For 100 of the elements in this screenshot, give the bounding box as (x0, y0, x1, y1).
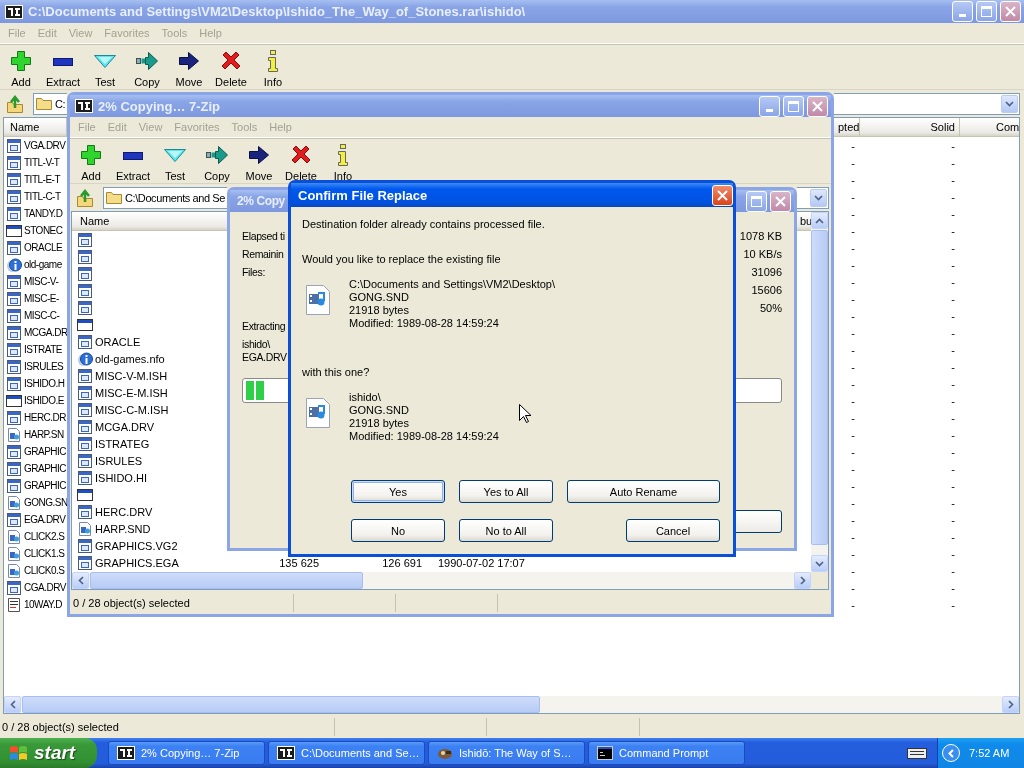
sound-file-icon (6, 562, 22, 579)
scroll-left-button[interactable] (4, 696, 21, 713)
keyboard-icon (907, 747, 927, 759)
dialog-button[interactable]: No (351, 519, 445, 542)
table-cell-text: - (850, 343, 856, 356)
table-cell-text: - (950, 360, 956, 373)
table-cell-text: - (950, 598, 956, 611)
file-name: ORACLE (24, 241, 63, 254)
scroll-down-button[interactable] (811, 555, 828, 572)
table-cell-text: - (850, 326, 856, 339)
toolbar-button[interactable]: Extract (112, 140, 154, 183)
table-cell-text: - (850, 275, 856, 288)
dropdown-button[interactable] (810, 188, 827, 207)
window-title: C:\Documents and Settings\VM2\Desktop\Ishido_The_Way_of_Stones.rar\ishido\ (27, 4, 526, 19)
file-name: 10WAY.D (24, 598, 62, 611)
app-logo-icon (277, 746, 295, 760)
dialog-button[interactable]: Yes to All (459, 480, 553, 503)
toolbar-button[interactable]: Add (70, 140, 112, 183)
sound-file-icon (6, 545, 22, 562)
scroll-thumb[interactable] (90, 572, 364, 589)
chevron-icon (815, 217, 824, 224)
minus-icon (123, 152, 143, 160)
file-name: GRAPHIC (24, 462, 67, 475)
question-text: Would you like to replace the existing file (302, 252, 501, 266)
scroll-right-button[interactable] (794, 572, 811, 589)
toolbar-button[interactable]: Move (238, 140, 280, 183)
file-icon (77, 452, 93, 469)
table-cell-text: - (950, 530, 956, 543)
taskbar-button[interactable]: Ishidō: The Way of S… (428, 741, 585, 765)
message-text: Destination folder already contains processed file. (302, 217, 545, 231)
toolbar-button[interactable]: Delete (280, 140, 322, 183)
toolbar-button[interactable]: Info (322, 140, 364, 183)
file-icon (77, 299, 93, 316)
file-name: GRAPHIC (24, 479, 67, 492)
toolbar-button[interactable]: Add (0, 46, 42, 89)
file-name: ISRULES (24, 360, 64, 373)
table-cell-text: - (850, 190, 856, 203)
file-detail: 21918 bytes (349, 417, 409, 430)
file-name: MISC-C- (24, 309, 60, 322)
table-cell-text: - (950, 258, 956, 271)
file-name: CLICK2.S (24, 530, 65, 543)
taskbar-button[interactable]: Command Prompt (588, 741, 745, 765)
taskbar-button[interactable]: 2% Copying… 7-Zip (108, 741, 265, 765)
status-label: Extracting (242, 319, 286, 333)
scroll-thumb[interactable] (22, 696, 540, 713)
minimize-icon (766, 108, 773, 112)
table-cell-text: - (950, 394, 956, 407)
sound-file-icon (305, 397, 331, 429)
status-text: 0 / 28 object(s) selected (2, 721, 119, 733)
column-header[interactable]: bu (799, 212, 811, 230)
file-name: HARP.SN (24, 428, 64, 441)
file-name: GONG.SN (24, 496, 68, 509)
scroll-right-button[interactable] (1002, 696, 1019, 713)
file-name: MISC-E-M.ISH (95, 386, 168, 399)
start-button[interactable]: start (0, 738, 97, 768)
column-header[interactable]: Com (960, 118, 1019, 136)
address-field[interactable]: C:\Documents and Se (103, 186, 227, 209)
table-cell-text: - (850, 292, 856, 305)
toolbar-button[interactable]: Info (252, 46, 294, 89)
table-cell-text: - (850, 598, 856, 611)
scroll-left-button[interactable] (72, 572, 89, 589)
file-detail: Modified: 1989-08-28 14:59:24 (349, 430, 499, 443)
dialog-button[interactable]: No to All (459, 519, 553, 542)
dialog-button[interactable]: Auto Rename (567, 480, 720, 503)
arrow-icon (205, 143, 229, 167)
field-value: 10 KB/s (743, 247, 782, 262)
toolbar-button[interactable]: Delete (210, 46, 252, 89)
table-cell-text: - (950, 581, 956, 594)
table-cell-text: - (950, 326, 956, 339)
file-icon (6, 579, 22, 596)
address-field[interactable]: C: (33, 92, 67, 115)
table-cell-text: - (850, 394, 856, 407)
file-icon (77, 554, 93, 571)
scroll-up-button[interactable] (811, 212, 828, 229)
dialog-button[interactable]: Cancel (626, 519, 720, 542)
file-icon (77, 265, 93, 282)
table-cell-text: - (950, 377, 956, 390)
table-cell-text: - (850, 207, 856, 220)
file-name: TITL-E-T (24, 173, 60, 186)
field-value: 31096 (751, 265, 782, 280)
taskbar-button[interactable]: C:\Documents and Se… (268, 741, 425, 765)
toolbar-button[interactable]: Copy (126, 46, 168, 89)
close-button[interactable] (712, 184, 733, 206)
column-header[interactable]: Solid (860, 118, 960, 136)
toolbar-button[interactable]: Test (84, 46, 126, 89)
dropdown-button[interactable] (1001, 94, 1018, 113)
file-icon (6, 460, 22, 477)
file-name: HARP.SND (95, 522, 151, 535)
toolbar-button[interactable]: Copy (196, 140, 238, 183)
file-icon (77, 282, 93, 299)
text-file-icon (6, 596, 22, 613)
toolbar-button[interactable]: Move (168, 46, 210, 89)
toolbar-button[interactable]: Test (154, 140, 196, 183)
file-name: TANDY.D (24, 207, 63, 220)
scrollbar-corner (811, 572, 828, 589)
show-icons-button[interactable] (942, 744, 960, 762)
maximize-icon (788, 100, 799, 112)
table-cell-text: - (950, 139, 956, 152)
dialog-button[interactable]: Yes (351, 480, 445, 503)
toolbar-button[interactable]: Extract (42, 46, 84, 89)
